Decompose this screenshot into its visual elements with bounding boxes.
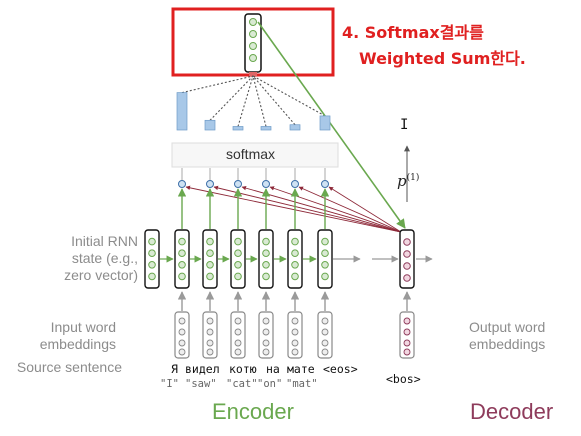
input-embeddings-line-1: Input word [50, 319, 116, 335]
input-embedding-0 [174, 311, 190, 359]
initial-state-line-2: state (e.g., [71, 250, 138, 266]
input-embedding-1 [202, 311, 218, 359]
attention-bar-3 [260, 126, 272, 131]
decoder-score-arrow-0 [185, 185, 402, 233]
decoder-score-arrow-1 [213, 185, 402, 233]
decoder-score-arrow-4 [298, 186, 402, 233]
attention-bar-4 [289, 124, 301, 131]
attention-bar-5 [319, 115, 331, 131]
initial-state-line-3: zero vector) [64, 267, 138, 283]
source-token-1: видел [185, 362, 220, 376]
translation-3: "on" [257, 378, 283, 390]
attention-diagram: 4. Softmax결과를 Weighted Sum한다. softmax In… [0, 0, 581, 432]
probability-label: p(1) [397, 172, 419, 190]
score-dot-2 [234, 180, 242, 188]
score-dot-3 [262, 180, 270, 188]
weighted-sum-line-3 [252, 75, 267, 127]
input-embedding-5 [317, 311, 333, 359]
translation-2: "cat" [226, 378, 258, 390]
score-dot-5 [321, 180, 329, 188]
source-token-0: Я [171, 362, 178, 376]
weighted-sum-line-5 [252, 75, 326, 117]
translation-1: "saw" [185, 378, 217, 390]
softmax-label: softmax [226, 146, 276, 162]
weighted-sum-line-4 [252, 75, 296, 126]
encoder-label: Encoder [212, 399, 294, 424]
probability-superscript: (1) [406, 173, 420, 183]
output-embeddings-line-2: embeddings [469, 336, 546, 352]
source-token-3: на [266, 362, 280, 376]
weighted-sum-node [249, 72, 257, 76]
attention-bar-2 [232, 126, 244, 131]
encoder-state-0 [174, 229, 190, 289]
decoder-output-token: I [400, 117, 409, 133]
decoder-score-arrow-5 [328, 186, 402, 233]
input-embeddings-line-2: embeddings [39, 336, 116, 352]
annotation-line-1: 4. Softmax결과를 [342, 23, 484, 42]
translation-0: "I" [160, 378, 179, 390]
input-embeddings-label: Input word embeddings [20, 319, 116, 353]
decoder-state [399, 229, 415, 289]
encoder-state-5 [317, 229, 333, 289]
translation-4: "mat" [286, 378, 318, 390]
output-embeddings-line-1: Output word [469, 319, 546, 335]
initial-state-label: Initial RNN state (e.g., zero vector) [40, 233, 138, 284]
output-embeddings-label: Output word embeddings [469, 319, 569, 353]
attention-bar-0 [176, 92, 188, 131]
input-embedding-4 [287, 311, 303, 359]
source-token-5: <eos> [323, 362, 358, 376]
attention-bar-1 [204, 119, 216, 131]
encoder-state-2 [230, 229, 246, 289]
decoder-input-token: <bos> [386, 372, 421, 386]
source-token-4: мате [287, 362, 315, 376]
probability-symbol: p [397, 172, 407, 190]
initial-state-vector [144, 229, 160, 289]
initial-state-line-1: Initial RNN [71, 233, 138, 249]
source-token-2: котю [229, 362, 257, 376]
decoder-label: Decoder [470, 399, 554, 424]
score-dot-0 [178, 180, 186, 188]
weighted-sum-line-2 [237, 75, 254, 127]
weighted-sum-line-0 [181, 75, 254, 94]
decoder-input-embedding [399, 311, 415, 359]
score-dot-4 [291, 180, 299, 188]
encoder-state-3 [258, 229, 274, 289]
encoder-state-4 [287, 229, 303, 289]
encoder-state-1 [202, 229, 218, 289]
input-embedding-3 [258, 311, 274, 359]
annotation-line-2: Weighted Sum한다. [359, 49, 526, 68]
score-dot-1 [206, 180, 214, 188]
input-embedding-2 [230, 311, 246, 359]
source-sentence-label: Source sentence [16, 359, 122, 375]
